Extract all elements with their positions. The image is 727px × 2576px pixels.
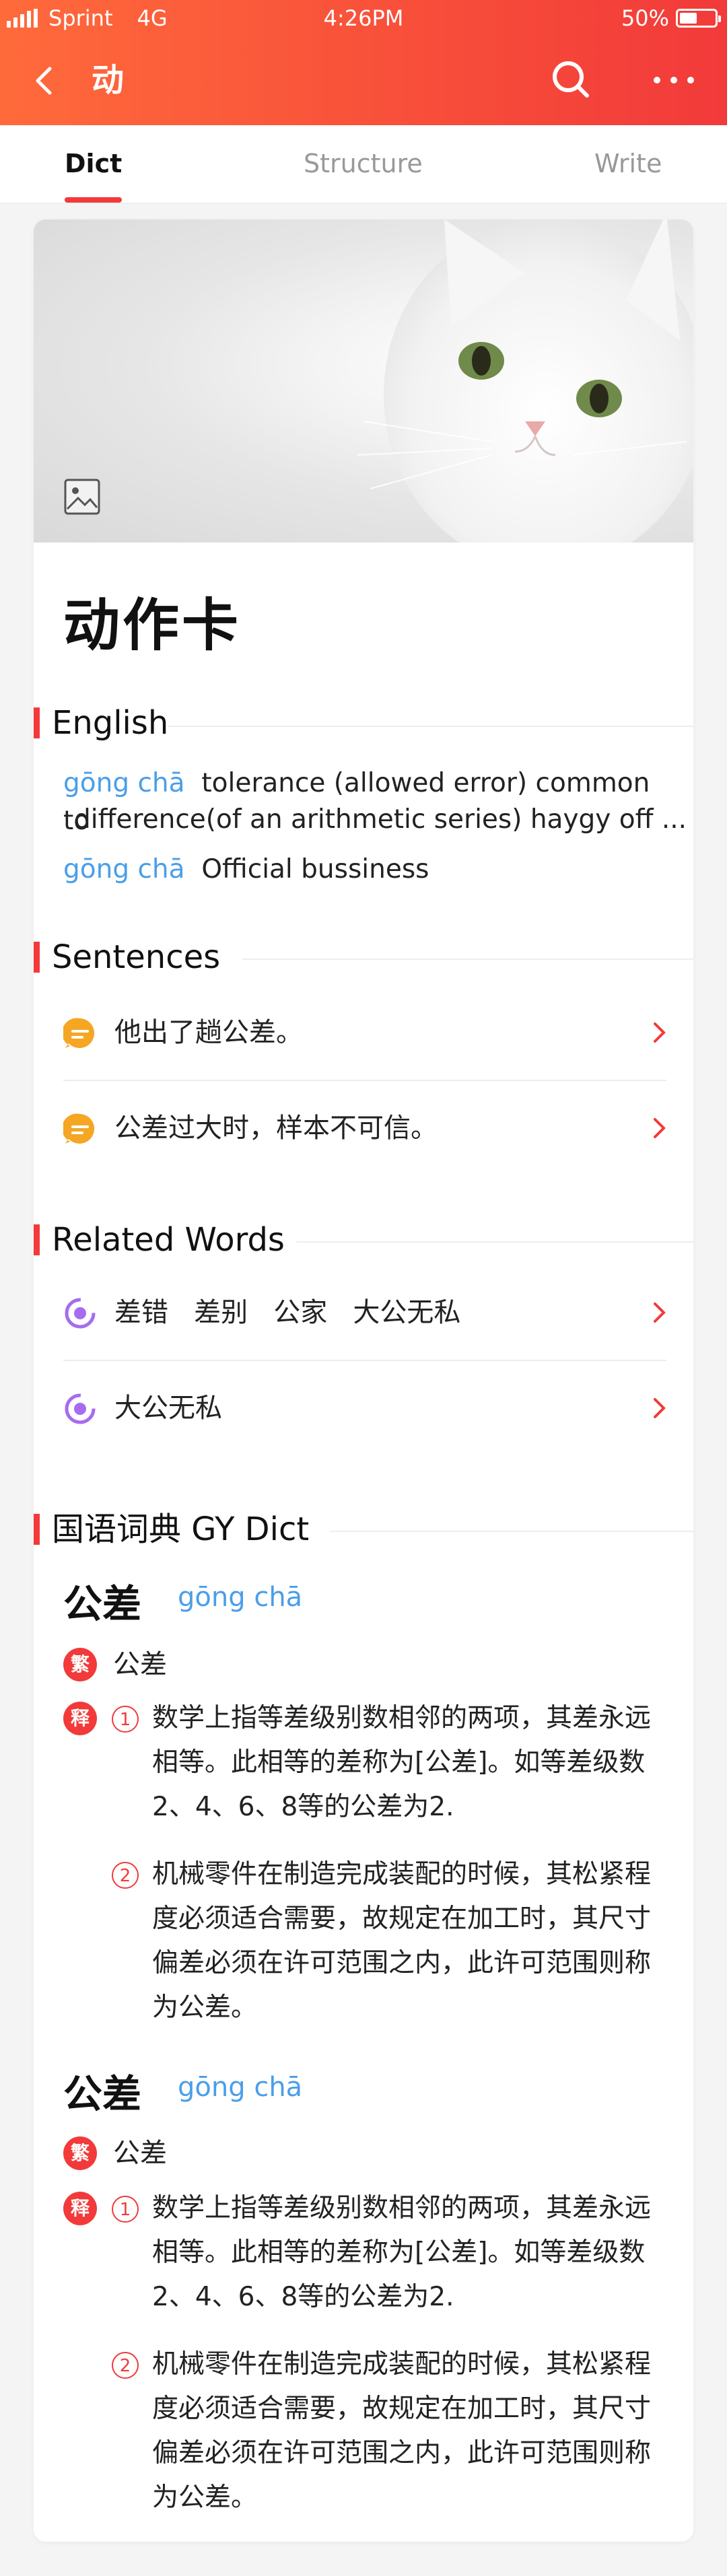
sentence-icon	[63, 1113, 95, 1144]
pinyin: gōng chā	[63, 854, 185, 884]
nav-bar: 动	[0, 36, 727, 125]
definition-badge: 释	[63, 2192, 97, 2225]
definition-number: 2	[112, 2352, 139, 2379]
related-word-icon	[65, 1298, 96, 1329]
related-row-1[interactable]: 差错 差别 公家 大公无私	[63, 1265, 693, 1360]
status-right: 50%	[621, 0, 721, 36]
definition-text: 机械零件在制造完成装配的时候，其松紧程 度必须适合需要，故规定在加工时，其尺寸 …	[152, 2349, 652, 2513]
english-row-1-cont: difference(of an arithmetic series) hayg…	[74, 804, 687, 835]
status-bar: Sprint 4G 4:26PM 50%	[0, 0, 727, 36]
clock: 4:26PM	[323, 5, 404, 31]
chevron-right-icon	[654, 1302, 666, 1323]
tab-bar: Dict Structure Write	[0, 125, 727, 204]
definition-number: 2	[112, 1862, 139, 1889]
definition-number: 1	[112, 2196, 139, 2223]
section-divider	[296, 1241, 693, 1243]
gy-entry-pinyin: gōng chā	[178, 2072, 303, 2103]
section-related-title: Related Words	[34, 1221, 285, 1259]
battery-icon	[676, 9, 721, 28]
definition-number: 1	[112, 1706, 139, 1733]
chevron-right-icon	[654, 1022, 666, 1043]
word-card: 动作卡 English gōng chā tolerance (allowed …	[34, 219, 693, 2542]
section-gy-label: 国语词典 GY Dict	[52, 1510, 310, 1548]
search-icon[interactable]	[549, 58, 592, 101]
chevron-right-icon	[654, 1118, 666, 1138]
section-sentences-label: Sentences	[52, 938, 221, 976]
section-marker	[34, 1224, 40, 1255]
section-gy-title: 国语词典 GY Dict	[34, 1510, 309, 1548]
english-row-2: gōng chā Official bussiness	[63, 851, 683, 889]
section-english-label: English	[52, 704, 169, 742]
section-related-label: Related Words	[52, 1221, 285, 1259]
traditional-badge: 繁	[63, 1648, 97, 1681]
tab-dict[interactable]: Dict	[65, 125, 123, 203]
back-icon[interactable]	[28, 63, 63, 98]
traditional-form: 公差	[113, 1649, 167, 1680]
section-english-title: English	[34, 704, 168, 742]
battery-percent: 50%	[621, 5, 669, 31]
english-def: Official bussiness	[201, 854, 429, 884]
gy-entry-word: 公差	[63, 1581, 142, 1627]
section-sentences-title: Sentences	[34, 938, 220, 976]
related-row-2[interactable]: 大公无私	[63, 1361, 693, 1455]
gallery-icon[interactable]	[63, 478, 101, 516]
section-divider	[168, 726, 693, 727]
pinyin: gōng chā	[63, 768, 185, 798]
headword: 动作卡	[63, 592, 242, 658]
section-marker	[34, 707, 40, 738]
gy-entry-pinyin: gōng chā	[178, 1582, 303, 1613]
traditional-badge: 繁	[63, 2136, 97, 2170]
cat-image	[356, 219, 693, 543]
sentence-text: 公差过大时，样本不可信。	[114, 1113, 438, 1144]
traditional-form: 公差	[113, 2138, 167, 2169]
section-marker	[34, 1514, 40, 1545]
section-divider	[330, 1531, 693, 1532]
definition-badge: 释	[63, 1702, 97, 1735]
tab-write[interactable]: Write	[594, 125, 662, 203]
app-header: Sprint 4G 4:26PM 50% 动	[0, 0, 727, 125]
page-title: 动	[92, 61, 125, 99]
hero-image	[34, 219, 693, 543]
sentence-row-2[interactable]: 公差过大时，样本不可信。	[63, 1081, 693, 1175]
sentence-icon	[63, 1018, 95, 1048]
related-words-text: 大公无私	[114, 1393, 222, 1424]
sentence-row-1[interactable]: 他出了趟公差。	[63, 985, 693, 1080]
definition-text: 机械零件在制造完成装配的时候，其松紧程 度必须适合需要，故规定在加工时，其尺寸 …	[152, 1859, 652, 2023]
chevron-right-icon	[654, 1398, 666, 1418]
definition-text: 数学上指等差级别数相邻的两项，其差永远 相等。此相等的差称为[公差]。如等差级数…	[152, 1703, 652, 1822]
definition-text: 数学上指等差级别数相邻的两项，其差永远 相等。此相等的差称为[公差]。如等差级数…	[152, 2193, 652, 2312]
sentence-text: 他出了趟公差。	[114, 1017, 303, 1048]
section-divider	[242, 959, 693, 960]
gy-entry-word: 公差	[63, 2071, 142, 2117]
related-words-text: 差错 差别 公家 大公无私	[114, 1297, 461, 1328]
section-marker	[34, 942, 40, 973]
related-word-icon	[65, 1393, 96, 1424]
more-icon[interactable]	[650, 63, 697, 97]
tab-structure[interactable]: Structure	[304, 125, 423, 203]
